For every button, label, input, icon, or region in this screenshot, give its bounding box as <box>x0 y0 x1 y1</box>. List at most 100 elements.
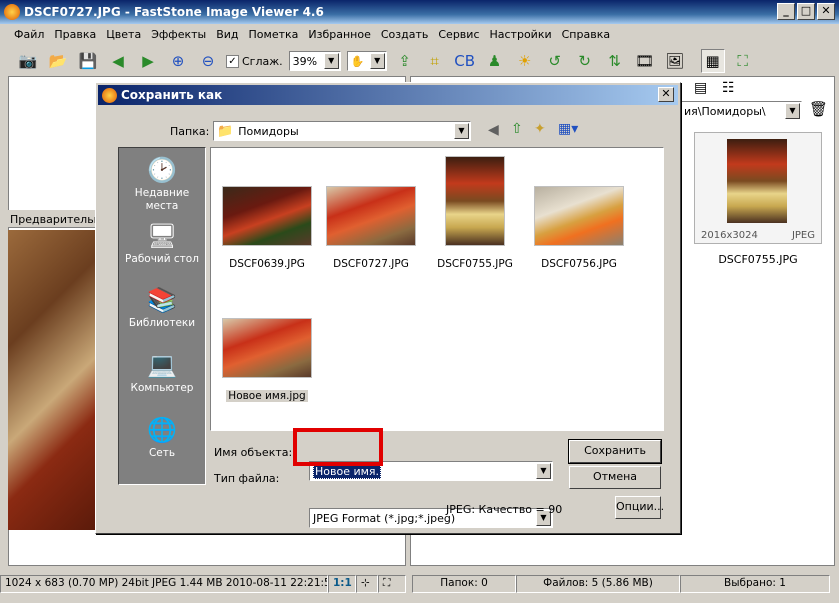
app-logo-icon <box>102 87 117 103</box>
options-button[interactable]: Опции... <box>615 496 664 519</box>
thumbnail-dimensions: 2016x3024 <box>701 230 758 241</box>
menu-effects[interactable]: Эффекты <box>147 26 210 43</box>
chevron-down-icon[interactable]: ▼ <box>454 123 469 139</box>
wallpaper-icon[interactable]: 🖼 <box>663 49 687 73</box>
zoom-value: 39% <box>292 54 318 68</box>
menu-help[interactable]: Справка <box>558 26 614 43</box>
path-combo[interactable]: ия\Помидоры\ ▼ <box>680 101 802 121</box>
menu-view[interactable]: Вид <box>212 26 242 43</box>
path-value: ия\Помидоры\ <box>684 104 766 118</box>
menu-tools[interactable]: Сервис <box>434 26 483 43</box>
dialog-close-button[interactable]: ✕ <box>658 87 674 102</box>
image-info: 1024 x 683 (0.70 MP) 24bit JPEG 1.44 MB … <box>0 575 328 593</box>
folder-combo[interactable]: 📁 Помидоры ▼ <box>213 121 471 141</box>
thumbnail-card[interactable]: 2016x3024 JPEG <box>694 132 822 244</box>
details-view-icon[interactable]: ▤ <box>694 80 707 96</box>
browser-mode-icon[interactable]: ▦ <box>700 49 725 73</box>
app-logo-icon <box>4 4 20 20</box>
fullscreen-icon[interactable]: ⛶ <box>731 49 755 73</box>
file-item[interactable]: DSCF0756.JPG <box>529 186 629 270</box>
filename-label: Имя объекта: <box>214 446 293 459</box>
place-label: Недавние места <box>134 187 190 212</box>
folder-label: Папка: <box>170 125 210 138</box>
zoom-combo[interactable]: 39% ▼ <box>288 51 341 71</box>
chevron-down-icon[interactable]: ▼ <box>369 53 385 69</box>
view-menu-icon[interactable]: ▦▾ <box>558 121 578 137</box>
previous-icon[interactable]: ◀ <box>106 49 130 73</box>
libraries-icon: 📚 <box>147 286 177 314</box>
file-name: DSCF0727.JPG <box>333 258 409 270</box>
selected-count: Выбрано: 1 <box>680 575 830 593</box>
cancel-button[interactable]: Отмена <box>569 466 661 489</box>
acquire-icon[interactable]: 📷 <box>16 49 40 73</box>
file-item[interactable]: DSCF0639.JPG <box>217 186 317 270</box>
menu-bar: Файл Правка Цвета Эффекты Вид Пометка Из… <box>0 24 839 44</box>
menu-file[interactable]: Файл <box>10 26 48 43</box>
maximize-button[interactable]: □ <box>797 3 815 20</box>
rotate-left-icon[interactable]: ↺ <box>543 49 567 73</box>
file-item[interactable]: Новое имя.jpg <box>217 318 317 402</box>
zoom-ratio[interactable]: 1:1 <box>328 575 356 593</box>
status-bar: 1024 x 683 (0.70 MP) 24bit JPEG 1.44 MB … <box>0 573 839 595</box>
menu-colors[interactable]: Цвета <box>102 26 145 43</box>
place-recent[interactable]: 🕑 Недавние места <box>119 156 205 213</box>
menu-favorites[interactable]: Избранное <box>304 26 374 43</box>
smooth-checkbox[interactable]: ✓ <box>226 54 239 68</box>
close-button[interactable]: ✕ <box>817 3 835 20</box>
menu-settings[interactable]: Настройки <box>486 26 556 43</box>
file-item[interactable]: DSCF0755.JPG <box>425 156 525 270</box>
menu-create[interactable]: Создать <box>377 26 433 43</box>
place-desktop[interactable]: 🖥 Рабочий стол <box>119 222 205 266</box>
chevron-down-icon[interactable]: ▼ <box>785 103 800 119</box>
resize-icon[interactable]: ⇪ <box>393 49 417 73</box>
smooth-label: Сглаж. <box>242 54 283 68</box>
save-button[interactable]: Сохранить <box>568 439 662 464</box>
place-computer[interactable]: 💻 Компьютер <box>119 351 205 395</box>
save-icon[interactable]: 💾 <box>76 49 100 73</box>
brightness-icon[interactable]: ☀ <box>513 49 537 73</box>
place-label: Рабочий стол <box>125 253 199 265</box>
list-view-icon[interactable]: ☷ <box>722 80 735 96</box>
zoom-in-icon[interactable]: ⊕ <box>166 49 190 73</box>
desktop-icon: 🖥 <box>147 222 178 250</box>
fullscreen-small-icon[interactable]: ⛶ <box>378 575 406 593</box>
next-icon[interactable]: ▶ <box>136 49 160 73</box>
color-balance-icon[interactable]: CB <box>453 49 477 73</box>
menu-tag[interactable]: Пометка <box>245 26 303 43</box>
chevron-down-icon[interactable]: ▼ <box>536 463 551 479</box>
back-icon[interactable]: ◀ <box>488 122 499 138</box>
chevron-down-icon[interactable]: ▼ <box>323 53 339 69</box>
flip-icon[interactable]: ⇅ <box>603 49 627 73</box>
file-thumbnail <box>222 186 312 246</box>
place-libraries[interactable]: 📚 Библиотеки <box>119 286 205 330</box>
minimize-button[interactable]: _ <box>777 3 795 20</box>
menu-edit[interactable]: Правка <box>50 26 100 43</box>
folder-value: Помидоры <box>238 124 299 138</box>
window-title: DSCF0727.JPG - FastStone Image Viewer 4.… <box>24 5 324 19</box>
up-folder-icon[interactable]: ⇧ <box>511 121 523 137</box>
preview-image <box>8 230 98 530</box>
thumbnail-image <box>727 139 787 223</box>
fit-icon[interactable]: ⊹ <box>356 575 378 593</box>
file-list: DSCF0639.JPG DSCF0727.JPG DSCF0755.JPG D… <box>210 147 664 431</box>
file-name: DSCF0755.JPG <box>437 258 513 270</box>
hand-tool-combo[interactable]: ✋ ▼ <box>346 51 387 71</box>
file-thumbnail <box>326 186 416 246</box>
place-network[interactable]: 🌐 Сеть <box>119 416 205 460</box>
crop-icon[interactable]: ⌗ <box>423 49 447 73</box>
trash-icon[interactable]: 🗑 <box>809 100 828 118</box>
slideshow-icon[interactable]: 🎞 <box>633 49 657 73</box>
filetype-value: JPEG Format (*.jpg;*.jpeg) <box>313 511 456 525</box>
file-thumbnail <box>445 156 505 246</box>
smooth-toggle[interactable]: ✓ Сглаж. <box>226 54 283 68</box>
files-count: Файлов: 5 (5.86 MB) <box>516 575 680 593</box>
new-folder-icon[interactable]: ✦ <box>534 121 546 137</box>
file-name: DSCF0639.JPG <box>229 258 305 270</box>
stamp-icon[interactable]: ♟ <box>483 49 507 73</box>
open-folder-icon[interactable]: 📂 <box>46 49 70 73</box>
recent-places-icon: 🕑 <box>147 156 177 184</box>
file-item[interactable]: DSCF0727.JPG <box>321 186 421 270</box>
zoom-out-icon[interactable]: ⊖ <box>196 49 220 73</box>
rotate-right-icon[interactable]: ↻ <box>573 49 597 73</box>
thumbnail-name: DSCF0755.JPG <box>718 253 798 266</box>
